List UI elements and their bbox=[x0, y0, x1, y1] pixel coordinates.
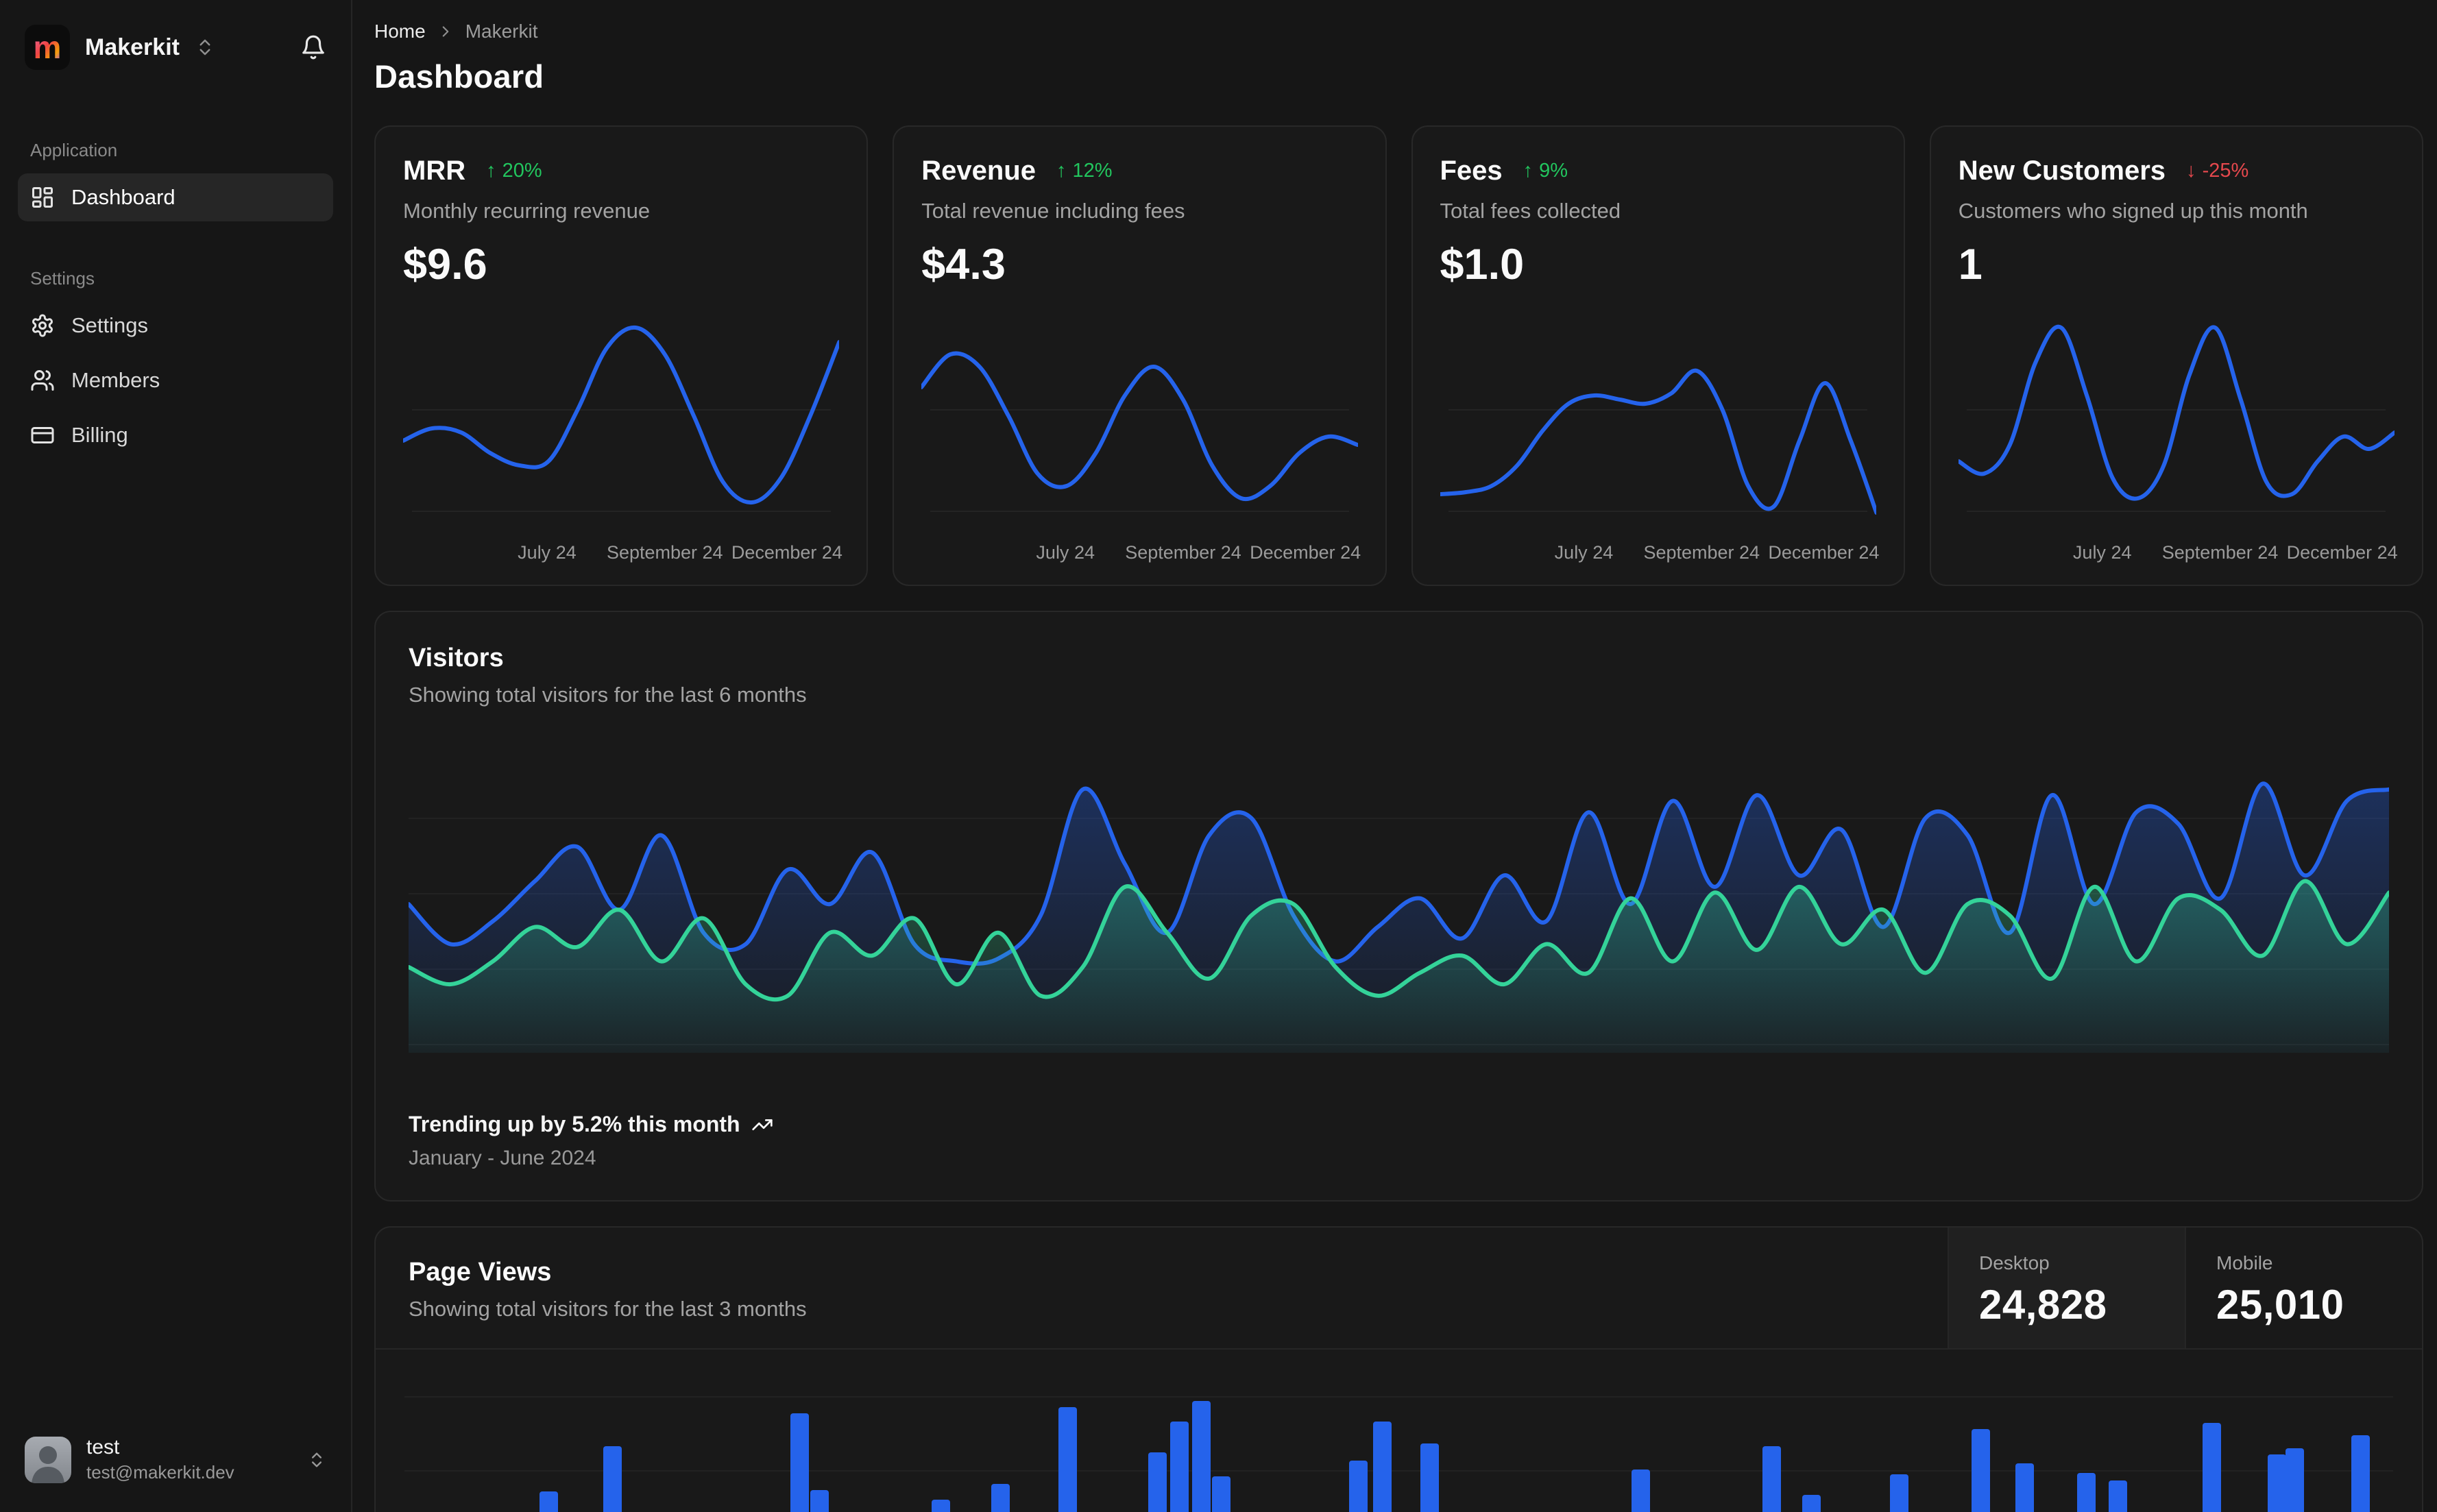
sparkline-chart bbox=[1959, 308, 2394, 528]
stat-description: Monthly recurring revenue bbox=[403, 199, 651, 223]
stat-title: New Customers bbox=[1958, 156, 2166, 186]
user-email: test@makerkit.dev bbox=[86, 1462, 234, 1483]
stat-card-fees: Fees ↑ 9% Total fees collected $1.0 July … bbox=[1411, 125, 1905, 586]
stat-value: $9.6 bbox=[403, 241, 487, 289]
stat-value: 1 bbox=[1958, 241, 1983, 289]
dashboard-page: { "colors": { "accent_blue": "#2563eb", … bbox=[0, 0, 2437, 1512]
credit-card-icon bbox=[30, 423, 55, 448]
toggle-label: Desktop bbox=[1979, 1252, 2050, 1273]
page-views-title: Page Views bbox=[409, 1258, 552, 1287]
logo-letter: m bbox=[33, 29, 62, 65]
page-views-subtitle: Showing total visitors for the last 3 mo… bbox=[409, 1297, 807, 1321]
toggle-desktop[interactable]: Desktop 24,828 bbox=[1948, 1228, 2185, 1348]
trend-arrow-icon: ↓ bbox=[2186, 160, 2196, 182]
avatar bbox=[25, 1436, 71, 1483]
stat-description: Total revenue including fees bbox=[921, 199, 1185, 223]
page-views-bar-chart bbox=[404, 1350, 2393, 1512]
sidebar-item-dashboard[interactable]: Dashboard bbox=[18, 173, 333, 221]
user-menu[interactable]: test test@makerkit.dev bbox=[18, 1430, 333, 1489]
trend-badge: ↑ 20% bbox=[486, 160, 542, 182]
workspace-name: Makerkit bbox=[85, 34, 180, 60]
sparkline-chart bbox=[1440, 308, 1876, 528]
sidebar-item-members[interactable]: Members bbox=[18, 356, 333, 404]
stat-title: Fees bbox=[1440, 156, 1503, 186]
nav-section-application: Application bbox=[30, 140, 118, 160]
toggle-value: 24,828 bbox=[1979, 1282, 2107, 1328]
main-content: Home Makerkit Dashboard MRR ↑ 20% Monthly… bbox=[352, 0, 2437, 1512]
page-title: Dashboard bbox=[374, 58, 544, 95]
users-icon bbox=[30, 368, 55, 393]
visitors-card: Visitors Showing total visitors for the … bbox=[374, 611, 2423, 1202]
visitors-area-chart bbox=[409, 751, 2389, 1053]
x-axis-labels: July 24 September 24 December 24 bbox=[518, 542, 842, 563]
date-range: January - June 2024 bbox=[409, 1147, 596, 1169]
trend-badge: ↑ 9% bbox=[1523, 160, 1568, 182]
notifications-bell-icon[interactable] bbox=[300, 34, 326, 60]
stat-card-new-customers: New Customers ↓ -25% Customers who signed… bbox=[1929, 125, 2423, 586]
sidebar-item-label: Settings bbox=[71, 313, 149, 337]
breadcrumb-home-link[interactable]: Home bbox=[374, 21, 426, 42]
makerkit-logo: m bbox=[25, 25, 70, 70]
chevrons-up-down-icon bbox=[307, 1450, 326, 1470]
trending-text: Trending up by 5.2% this month bbox=[409, 1112, 740, 1136]
workspace-switcher[interactable]: m Makerkit bbox=[18, 21, 333, 74]
sparkline-chart bbox=[403, 308, 839, 528]
x-axis-labels: July 24 September 24 December 24 bbox=[2072, 542, 2398, 563]
stat-title: Revenue bbox=[921, 156, 1036, 186]
sidebar-item-label: Billing bbox=[71, 423, 128, 447]
stat-value: $1.0 bbox=[1440, 241, 1525, 289]
page-views-header: Page Views Showing total visitors for th… bbox=[376, 1228, 2422, 1350]
stat-card-revenue: Revenue ↑ 12% Total revenue including fee… bbox=[893, 125, 1387, 586]
x-axis-labels: July 24 September 24 December 24 bbox=[1554, 542, 1880, 563]
stat-value: $4.3 bbox=[921, 241, 1006, 289]
stat-description: Customers who signed up this month bbox=[1958, 199, 2308, 223]
trend-badge: ↑ 12% bbox=[1056, 160, 1113, 182]
sidebar-item-label: Members bbox=[71, 368, 160, 392]
sidebar-item-settings[interactable]: Settings bbox=[18, 302, 333, 350]
sidebar-item-billing[interactable]: Billing bbox=[18, 411, 333, 459]
page-views-card: Page Views Showing total visitors for th… bbox=[374, 1226, 2423, 1512]
nav-section-settings: Settings bbox=[30, 268, 95, 289]
x-axis-labels: July 24 September 24 December 24 bbox=[1036, 542, 1361, 563]
visitors-footer: Trending up by 5.2% this month January -… bbox=[409, 1112, 2389, 1170]
breadcrumb-current: Makerkit bbox=[465, 21, 538, 42]
gear-icon bbox=[30, 313, 55, 338]
sparkline-chart bbox=[921, 308, 1357, 528]
trend-arrow-icon: ↑ bbox=[1523, 160, 1533, 182]
toggle-mobile[interactable]: Mobile 25,010 bbox=[2185, 1228, 2422, 1348]
toggle-label: Mobile bbox=[2216, 1252, 2273, 1273]
chevrons-up-down-icon bbox=[195, 37, 215, 58]
user-name: test bbox=[86, 1436, 120, 1459]
layout-dashboard-icon bbox=[30, 185, 55, 210]
stat-card-mrr: MRR ↑ 20% Monthly recurring revenue $9.6 … bbox=[374, 125, 869, 586]
trending-up-icon bbox=[751, 1114, 773, 1136]
trend-arrow-icon: ↑ bbox=[1056, 160, 1067, 182]
breadcrumb: Home Makerkit bbox=[374, 21, 2423, 42]
visitors-subtitle: Showing total visitors for the last 6 mo… bbox=[409, 683, 807, 707]
toggle-value: 25,010 bbox=[2216, 1282, 2344, 1328]
sidebar: m Makerkit Application Dashboard Setting… bbox=[0, 0, 352, 1512]
chevron-right-icon bbox=[437, 23, 454, 40]
stats-grid: MRR ↑ 20% Monthly recurring revenue $9.6 … bbox=[374, 125, 2423, 586]
sidebar-item-label: Dashboard bbox=[71, 185, 175, 209]
trend-arrow-icon: ↑ bbox=[486, 160, 496, 182]
stat-description: Total fees collected bbox=[1440, 199, 1621, 223]
stat-title: MRR bbox=[403, 156, 466, 186]
trend-badge: ↓ -25% bbox=[2186, 160, 2249, 182]
visitors-title: Visitors bbox=[409, 644, 504, 672]
